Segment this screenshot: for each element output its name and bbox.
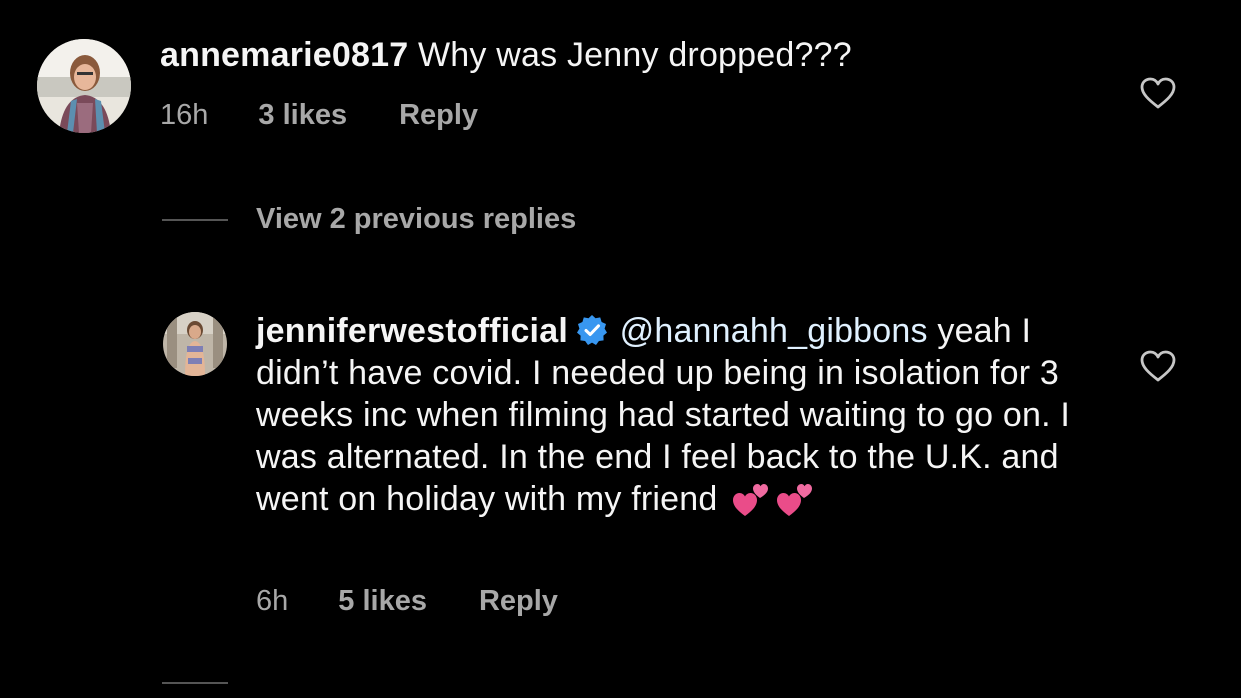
view-replies-label: View 2 previous replies xyxy=(256,203,577,235)
reply-text: jenniferwestofficial @hannahh_gibbons ye… xyxy=(256,310,1116,520)
avatar-jenniferwestofficial[interactable] xyxy=(163,312,227,376)
likes-count-button[interactable]: 3 likes xyxy=(258,99,347,132)
reply-timestamp: 6h xyxy=(256,585,289,617)
comment-timestamp: 16h xyxy=(160,99,209,131)
comment-body: Why was Jenny dropped??? xyxy=(417,36,852,74)
reply-button[interactable]: Reply xyxy=(399,99,478,132)
mention-link[interactable]: @hannahh_gibbons xyxy=(620,312,928,350)
view-previous-replies-button[interactable]: View 2 previous replies xyxy=(162,203,576,236)
divider-line xyxy=(162,218,228,221)
username-link[interactable]: jenniferwestofficial xyxy=(256,312,568,350)
reply-button[interactable]: Reply xyxy=(479,585,558,618)
two-hearts-emoji xyxy=(777,484,813,516)
username-link[interactable]: annemarie0817 xyxy=(160,36,408,74)
avatar-annemarie0817[interactable] xyxy=(37,39,131,133)
comment-meta: 16h 3 likes Reply xyxy=(160,99,478,132)
comments-screen: annemarie0817 Why was Jenny dropped??? 1… xyxy=(0,0,1241,698)
heart-icon[interactable] xyxy=(1139,76,1177,110)
reply-meta: 6h 5 likes Reply xyxy=(256,585,558,618)
two-hearts-emoji xyxy=(733,484,769,516)
verified-badge-icon xyxy=(576,315,607,345)
view-more-replies-button[interactable] xyxy=(162,682,256,684)
comment-text: annemarie0817 Why was Jenny dropped??? xyxy=(160,34,1120,76)
divider-line xyxy=(162,682,228,684)
heart-icon[interactable] xyxy=(1139,349,1177,383)
likes-count-button[interactable]: 5 likes xyxy=(338,585,427,618)
